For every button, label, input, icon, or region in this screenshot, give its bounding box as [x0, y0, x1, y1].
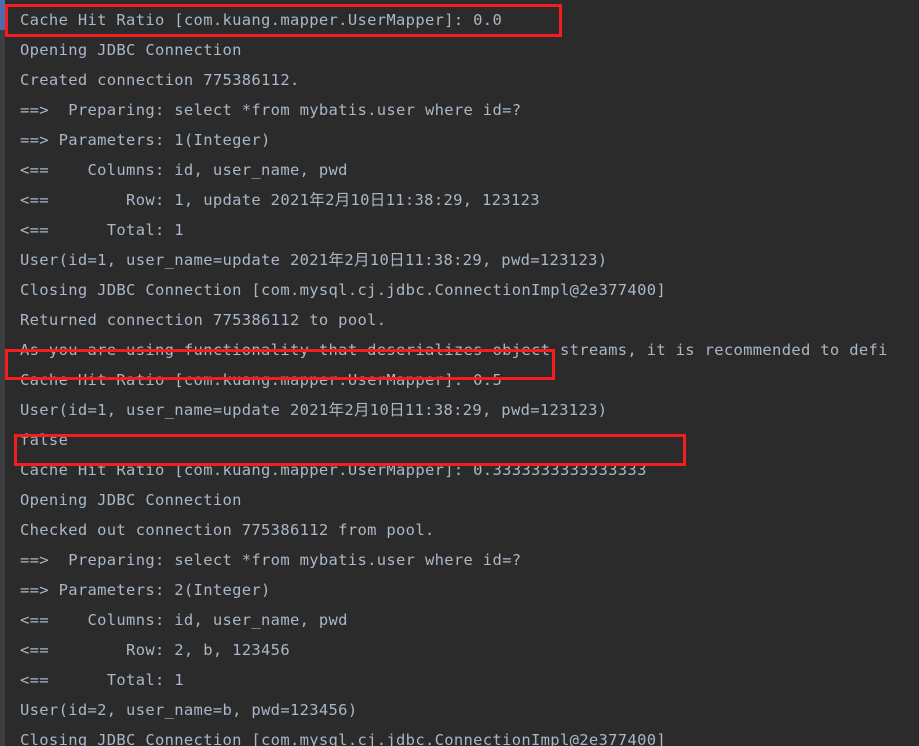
log-line: User(id=2, user_name=b, pwd=123456) — [20, 701, 358, 719]
log-line: Opening JDBC Connection — [20, 491, 242, 509]
log-line: Cache Hit Ratio [com.kuang.mapper.UserMa… — [20, 461, 647, 479]
log-line: ==> Parameters: 1(Integer) — [20, 131, 271, 149]
log-line: <== Columns: id, user_name, pwd — [20, 161, 348, 179]
log-line: false — [20, 431, 69, 449]
log-line: <== Total: 1 — [20, 671, 184, 689]
log-line: Closing JDBC Connection [com.mysql.cj.jd… — [20, 731, 666, 746]
log-line: Cache Hit Ratio [com.kuang.mapper.UserMa… — [20, 11, 503, 29]
log-line: User(id=1, user_name=update 2021年2月10日11… — [20, 251, 608, 269]
log-line-list: Cache Hit Ratio [com.kuang.mapper.UserMa… — [5, 0, 919, 746]
log-line: <== Row: 2, b, 123456 — [20, 641, 290, 659]
log-line: ==> Preparing: select *from mybatis.user… — [20, 101, 522, 119]
log-line: Checked out connection 775386112 from po… — [20, 521, 435, 539]
log-line: <== Total: 1 — [20, 221, 184, 239]
log-line: ==> Parameters: 2(Integer) — [20, 581, 271, 599]
log-line: <== Row: 1, update 2021年2月10日11:38:29, 1… — [20, 191, 540, 209]
console-output-panel[interactable]: Cache Hit Ratio [com.kuang.mapper.UserMa… — [0, 0, 919, 746]
log-line: Cache Hit Ratio [com.kuang.mapper.UserMa… — [20, 371, 503, 389]
log-line: Returned connection 775386112 to pool. — [20, 311, 387, 329]
log-line: <== Columns: id, user_name, pwd — [20, 611, 348, 629]
log-line: User(id=1, user_name=update 2021年2月10日11… — [20, 401, 608, 419]
log-line: Created connection 775386112. — [20, 71, 300, 89]
log-line: Closing JDBC Connection [com.mysql.cj.jd… — [20, 281, 666, 299]
log-line: As you are using functionality that dese… — [20, 341, 888, 359]
log-line: ==> Preparing: select *from mybatis.user… — [20, 551, 522, 569]
log-line: Opening JDBC Connection — [20, 41, 242, 59]
